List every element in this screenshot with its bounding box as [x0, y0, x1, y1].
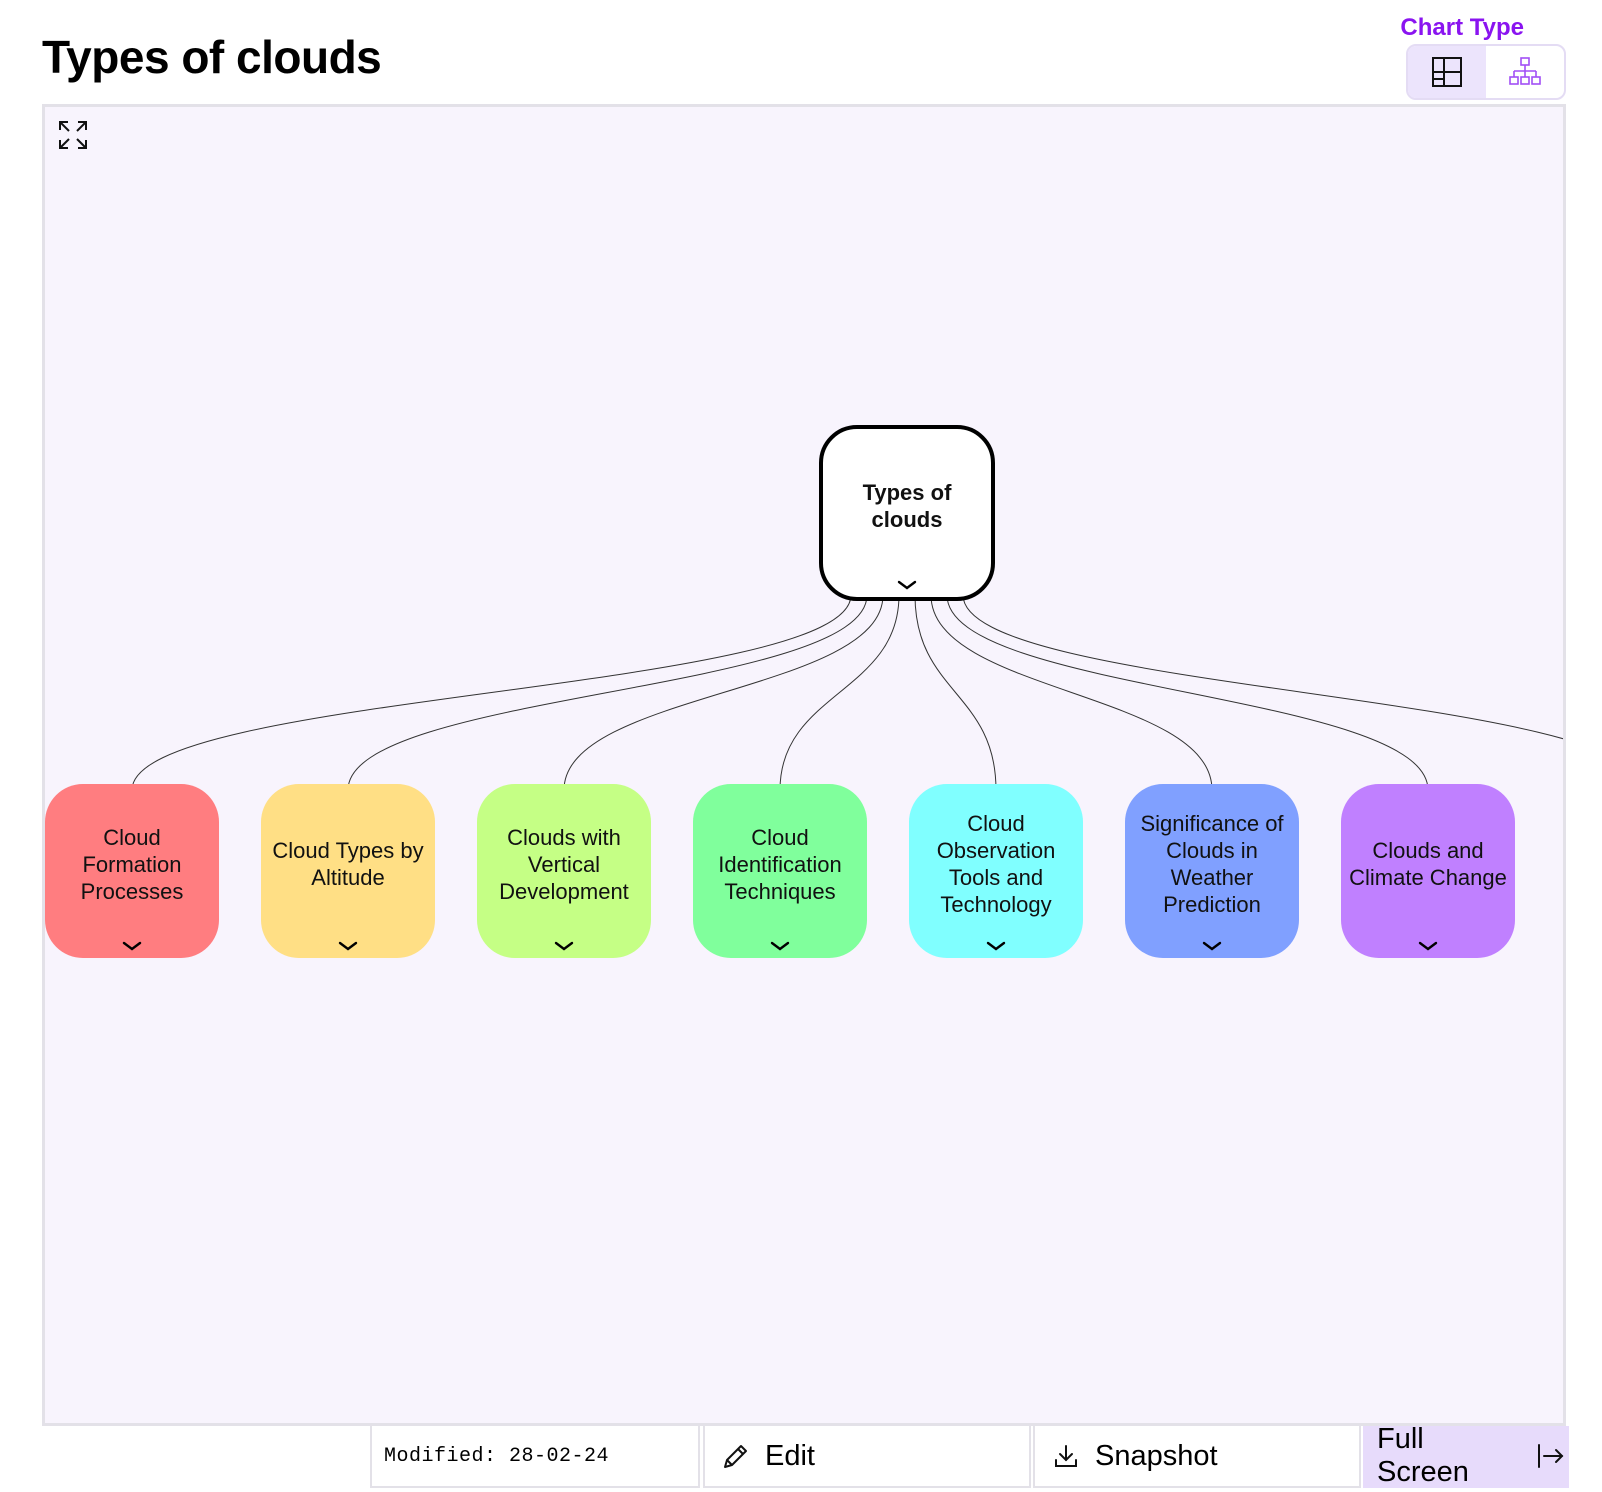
page-title: Types of clouds — [42, 31, 382, 83]
child-node[interactable]: Significance of Clouds in Weather Predic… — [1125, 784, 1299, 958]
edit-button[interactable]: Edit — [703, 1426, 1031, 1488]
fullscreen-button-label: Full Screen — [1377, 1423, 1469, 1488]
link-1 — [347, 594, 868, 791]
link-2 — [563, 594, 884, 791]
chevron-down-icon[interactable] — [1417, 940, 1439, 952]
child-node[interactable]: Cloud Types by Altitude — [261, 784, 435, 958]
chart-type-grid-button[interactable] — [1408, 46, 1486, 98]
diagram-links — [131, 594, 1563, 791]
download-icon — [1049, 1439, 1083, 1473]
root-node-label: Types of clouds — [862, 480, 952, 532]
chart-type-tree-button[interactable] — [1486, 46, 1564, 98]
grid-layout-icon — [1432, 57, 1462, 87]
chart-type-toggle — [1406, 44, 1566, 100]
snapshot-button-label: Snapshot — [1095, 1439, 1218, 1472]
link-3 — [779, 594, 900, 791]
link-7 — [962, 594, 1563, 740]
chevron-down-icon[interactable] — [1201, 940, 1223, 952]
root-node[interactable]: Types of clouds — [819, 425, 995, 601]
child-node-label: Clouds with Vertical Development — [499, 824, 629, 904]
child-node[interactable]: Clouds with Vertical Development — [477, 784, 651, 958]
child-node-label: Cloud Formation Processes — [80, 824, 184, 904]
link-4 — [914, 594, 997, 791]
chevron-down-icon[interactable] — [896, 579, 918, 591]
modified-date: Modified: 28-02-24 — [370, 1426, 700, 1488]
link-5 — [930, 594, 1213, 791]
edit-button-label: Edit — [765, 1439, 815, 1472]
pencil-icon — [719, 1439, 753, 1473]
chevron-down-icon[interactable] — [553, 940, 575, 952]
chart-type-label: Chart Type — [1400, 14, 1524, 41]
child-node-label: Cloud Identification Techniques — [718, 824, 842, 904]
child-node-label: Cloud Observation Tools and Technology — [936, 811, 1056, 917]
org-chart-icon — [1509, 57, 1541, 85]
child-node-label: Cloud Types by Altitude — [272, 838, 424, 890]
snapshot-button[interactable]: Snapshot — [1033, 1426, 1361, 1488]
child-node-label: Clouds and Climate Change — [1349, 838, 1507, 890]
child-node[interactable]: Clouds and Climate Change — [1341, 784, 1515, 958]
chevron-down-icon[interactable] — [985, 940, 1007, 952]
chevron-down-icon[interactable] — [769, 940, 791, 952]
exit-arrow-icon — [1533, 1439, 1567, 1473]
chevron-down-icon[interactable] — [121, 940, 143, 952]
child-node-label: Significance of Clouds in Weather Predic… — [1140, 811, 1284, 917]
child-node[interactable]: Cloud Identification Techniques — [693, 784, 867, 958]
chevron-down-icon[interactable] — [337, 940, 359, 952]
diagram-canvas[interactable]: Types of clouds Cloud Formation Processe… — [42, 104, 1566, 1426]
link-6 — [946, 594, 1429, 791]
child-node[interactable]: Cloud Formation Processes — [45, 784, 219, 958]
child-node[interactable]: Cloud Observation Tools and Technology — [909, 784, 1083, 958]
fullscreen-button[interactable]: Full Screen — [1363, 1423, 1569, 1488]
link-0 — [131, 594, 852, 791]
